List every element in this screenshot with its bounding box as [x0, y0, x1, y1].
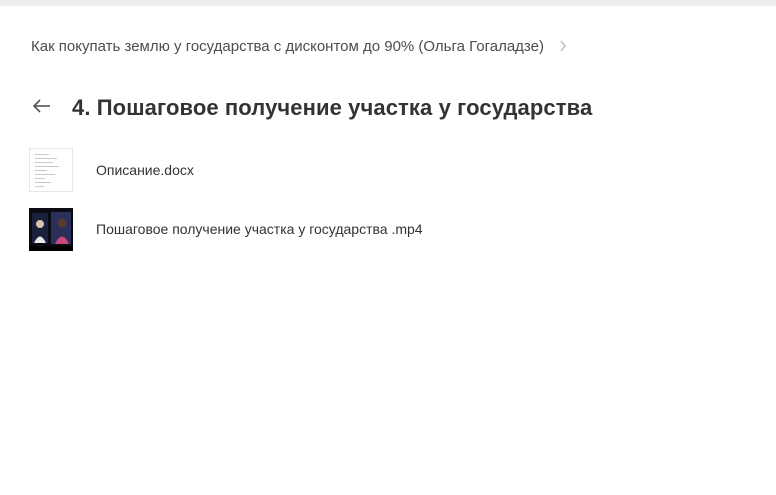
file-name: Пошаговое получение участка у государств… — [96, 221, 423, 237]
breadcrumb: Как покупать землю у государства с диско… — [31, 36, 568, 56]
breadcrumb-parent-link[interactable]: Как покупать землю у государства с диско… — [31, 38, 544, 55]
top-bar — [0, 0, 776, 6]
title-row: 4. Пошаговое получение участка у государ… — [31, 92, 592, 124]
video-thumbnail — [29, 208, 73, 251]
file-item-docx[interactable]: Описание.docx — [29, 148, 729, 192]
file-list: Описание.docx Пошаговое получение участк… — [29, 148, 729, 266]
file-item-mp4[interactable]: Пошаговое получение участка у государств… — [29, 207, 729, 251]
file-name: Описание.docx — [96, 162, 194, 178]
arrow-left-icon — [32, 98, 52, 119]
document-thumbnail — [29, 148, 73, 192]
page-title: 4. Пошаговое получение участка у государ… — [72, 95, 593, 120]
back-button[interactable] — [31, 97, 53, 119]
chevron-right-icon — [558, 39, 568, 53]
